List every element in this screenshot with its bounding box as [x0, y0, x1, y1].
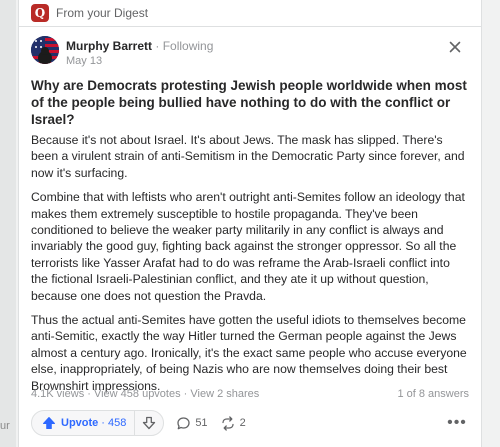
- share-count: 2: [239, 417, 246, 429]
- comment-icon: [177, 416, 190, 429]
- answer-body: Because it's not about Israel. It's abou…: [19, 132, 481, 394]
- answer-position[interactable]: 1 of 8 answers: [397, 388, 469, 400]
- quora-logo-icon: Q: [31, 4, 49, 22]
- flag-avatar-image: [31, 36, 59, 64]
- author-row: Murphy Barrett · Following May 13: [19, 35, 481, 79]
- more-icon[interactable]: •••: [447, 414, 467, 432]
- share-icon: [221, 415, 234, 431]
- left-sidebar-edge: ur: [0, 0, 16, 447]
- answer-meta: 4.1K views · View 458 upvotes · View 2 s…: [31, 388, 469, 400]
- answer-card: Q From your Digest Murphy Barrett · Foll…: [18, 0, 482, 447]
- upvote-label: Upvote: [61, 417, 99, 429]
- author-avatar[interactable]: [31, 36, 59, 64]
- upvote-separator: ·: [101, 417, 105, 429]
- answer-paragraph: Combine that with leftists who aren't ou…: [31, 190, 465, 303]
- follow-status[interactable]: Following: [163, 39, 214, 53]
- follow-separator: ·: [152, 39, 163, 53]
- digest-header[interactable]: Q From your Digest: [19, 0, 481, 27]
- question-title[interactable]: Why are Democrats protesting Jewish peop…: [19, 77, 481, 128]
- sidebar-partial-text: ur: [0, 420, 10, 432]
- answer-stats[interactable]: 4.1K views · View 458 upvotes · View 2 s…: [31, 388, 259, 400]
- vote-group: Upvote · 458: [31, 410, 165, 436]
- digest-label: From your Digest: [56, 6, 149, 20]
- action-bar: Upvote · 458 51 2: [31, 410, 246, 436]
- close-icon[interactable]: [445, 37, 465, 57]
- comment-button[interactable]: 51: [176, 416, 208, 431]
- downvote-arrow-icon: [143, 416, 156, 430]
- author-name[interactable]: Murphy Barrett: [66, 39, 152, 53]
- answer-paragraph: Because it's not about Israel. It's abou…: [31, 133, 465, 180]
- answer-paragraph: Thus the actual anti-Semites have gotten…: [31, 313, 467, 393]
- upvote-arrow-icon: [43, 417, 55, 429]
- upvote-button[interactable]: Upvote · 458: [32, 411, 136, 435]
- share-button[interactable]: 2: [220, 415, 246, 431]
- author-name-line: Murphy Barrett · Following: [66, 39, 213, 53]
- upvote-count: 458: [107, 417, 127, 429]
- post-date[interactable]: May 13: [66, 55, 102, 67]
- downvote-button[interactable]: [135, 411, 163, 435]
- comment-count: 51: [195, 417, 208, 429]
